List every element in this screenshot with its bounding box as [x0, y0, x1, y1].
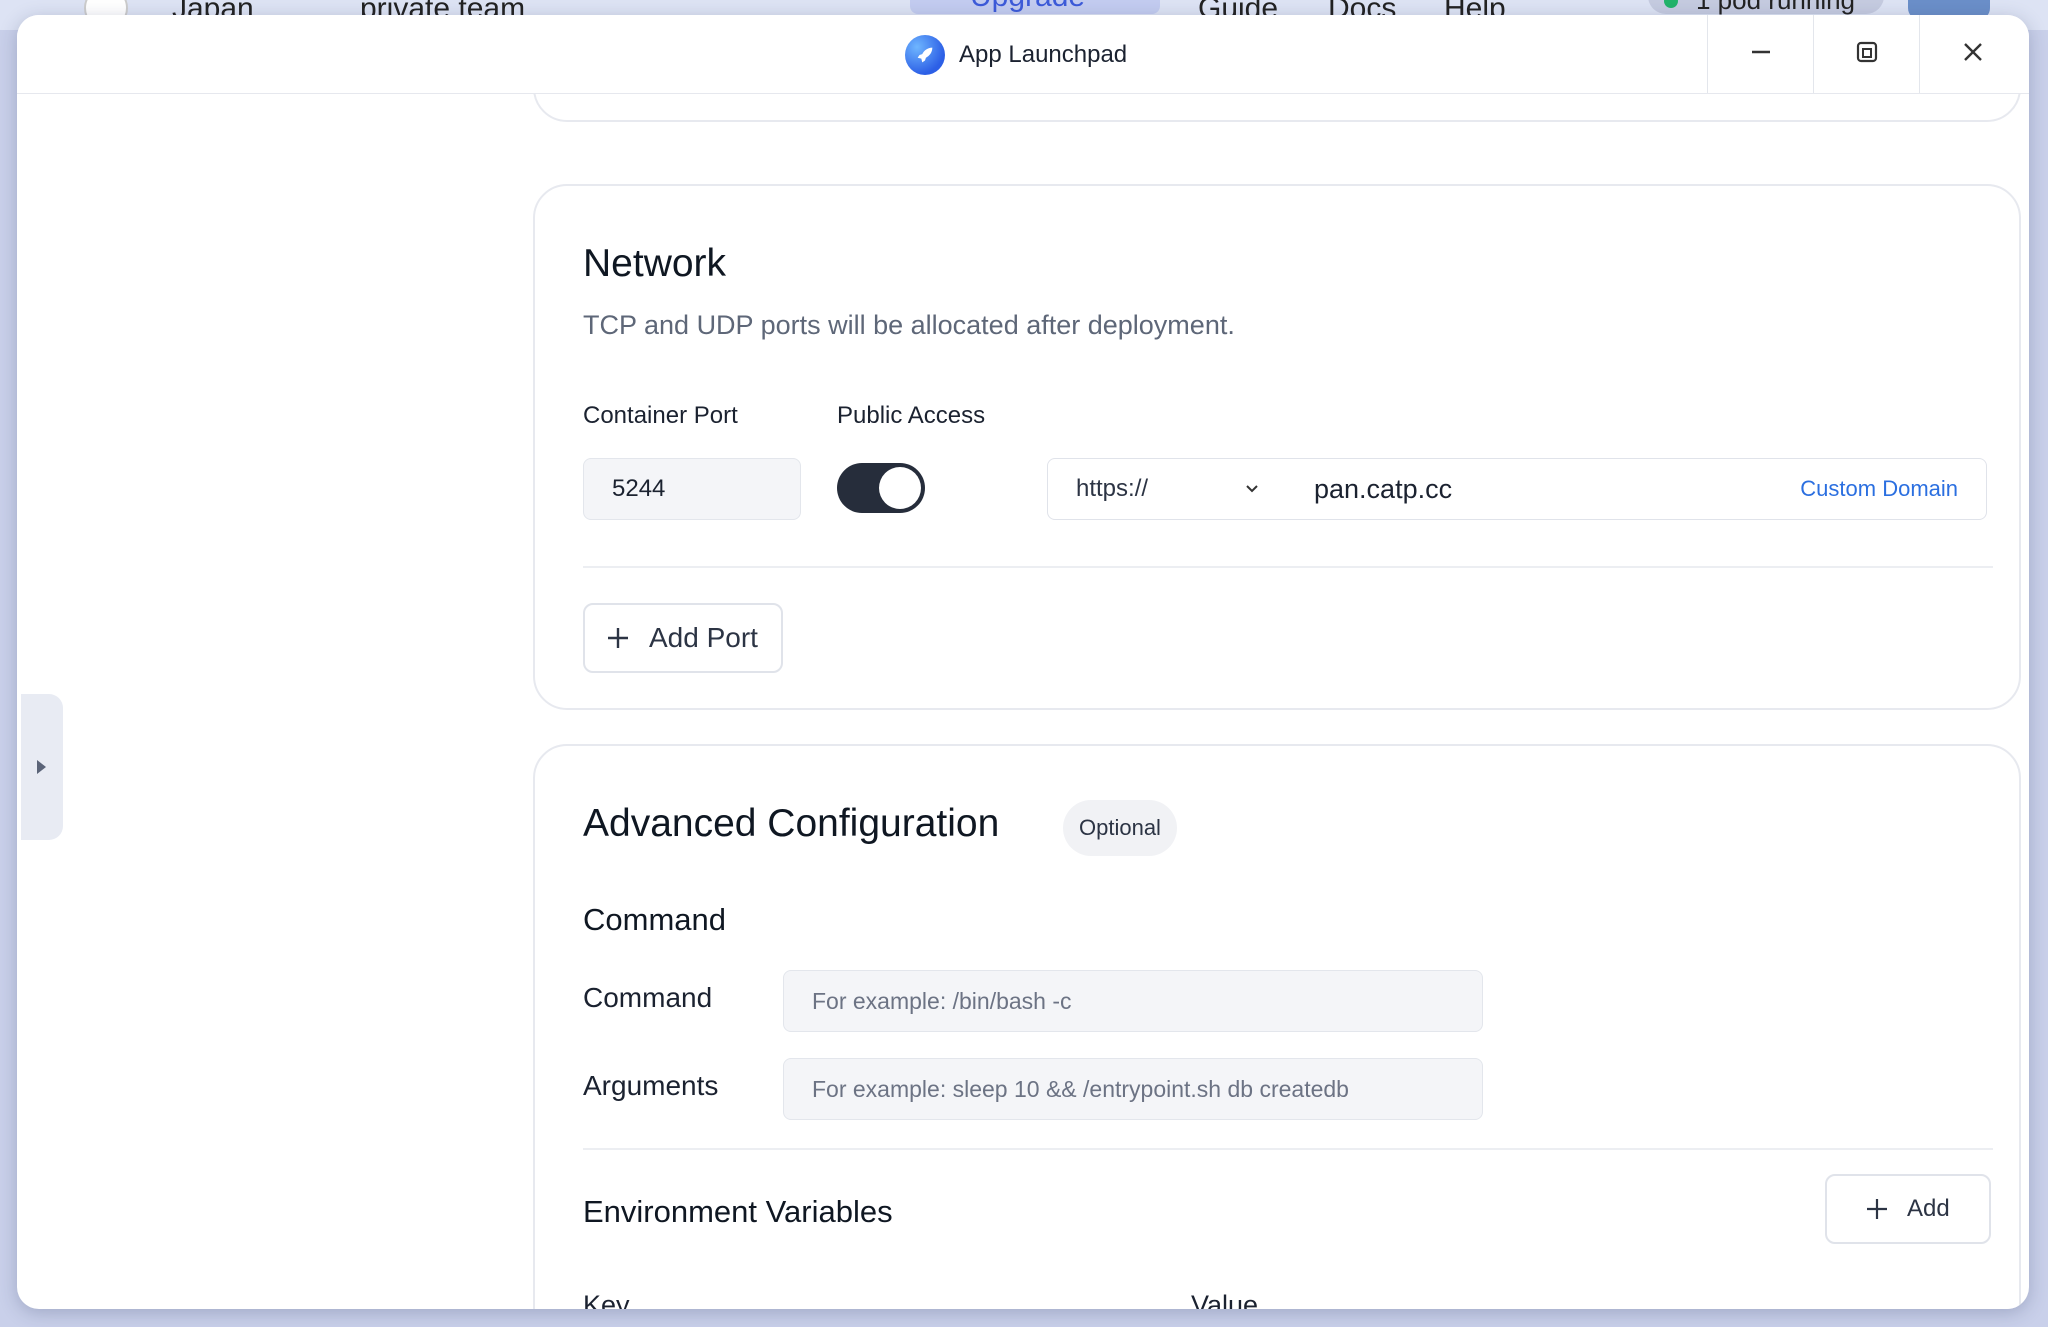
arguments-input[interactable]: For example: sleep 10 && /entrypoint.sh …: [783, 1058, 1483, 1120]
upgrade-button[interactable]: Upgrade: [910, 0, 1160, 14]
domain-field[interactable]: pan.catp.cc Custom Domain: [1286, 458, 1987, 520]
plus-icon: [1865, 1197, 1889, 1221]
advanced-title: Advanced Configuration: [583, 802, 1000, 845]
chevron-down-icon: [1244, 459, 1260, 542]
key-column-header: Key: [583, 1290, 630, 1309]
public-access-toggle[interactable]: [837, 463, 925, 513]
restore-button[interactable]: [1813, 15, 1920, 93]
network-card: Network TCP and UDP ports will be alloca…: [533, 184, 2021, 710]
sidebar-toggle[interactable]: [21, 694, 63, 840]
minimize-button[interactable]: [1707, 15, 1814, 93]
protocol-select[interactable]: https://: [1047, 458, 1287, 520]
title-bar: App Launchpad: [17, 15, 2029, 94]
status-dot-icon: [1664, 0, 1678, 8]
toggle-knob: [879, 467, 921, 509]
window-title: App Launchpad: [959, 41, 1128, 68]
env-vars-title: Environment Variables: [583, 1194, 893, 1229]
pod-status-text: 1 pod running: [1696, 0, 1856, 15]
window-title-group: App Launchpad: [905, 35, 1127, 75]
custom-domain-link[interactable]: Custom Domain: [1800, 459, 1958, 519]
restore-icon: [1854, 39, 1880, 70]
container-port-input[interactable]: 5244: [583, 458, 801, 520]
add-port-button[interactable]: Add Port: [583, 603, 783, 673]
add-port-label: Add Port: [649, 622, 758, 653]
network-description: TCP and UDP ports will be allocated afte…: [583, 310, 1235, 340]
protocol-value: https://: [1076, 475, 1149, 502]
main-content[interactable]: Network TCP and UDP ports will be alloca…: [17, 94, 2029, 1309]
public-access-label: Public Access: [837, 402, 986, 429]
optional-badge: Optional: [1063, 800, 1177, 856]
command-label: Command: [583, 982, 713, 1013]
command-input[interactable]: For example: /bin/bash -c: [783, 970, 1483, 1032]
previous-card: [533, 94, 2021, 122]
network-divider: [583, 566, 1993, 568]
minimize-icon: [1748, 39, 1774, 70]
plus-icon: [605, 625, 631, 651]
value-column-header: Value: [1191, 1290, 1259, 1309]
container-port-label: Container Port: [583, 402, 738, 429]
rocket-icon: [905, 35, 945, 75]
expand-arrow-icon: [37, 760, 46, 774]
close-button[interactable]: [1919, 15, 2026, 93]
network-title: Network: [583, 242, 727, 285]
add-env-button[interactable]: Add: [1825, 1174, 1991, 1244]
close-icon: [1960, 39, 1986, 70]
arguments-label: Arguments: [583, 1070, 719, 1101]
advanced-config-card: Advanced Configuration Optional Command …: [533, 744, 2021, 1309]
command-section-title: Command: [583, 902, 726, 937]
pod-status-pill[interactable]: 1 pod running: [1648, 0, 1884, 15]
advanced-divider: [583, 1148, 1993, 1150]
add-env-label: Add: [1907, 1195, 1950, 1222]
app-window: App Launchpad Network TCP and UDP ports …: [17, 15, 2029, 1309]
domain-value: pan.catp.cc: [1314, 474, 1453, 504]
